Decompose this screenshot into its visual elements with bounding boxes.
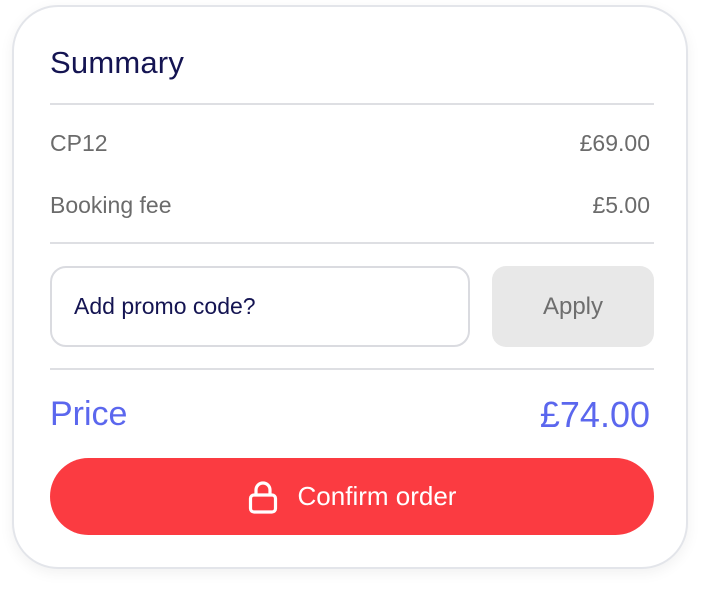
line-item-value: £69.00	[579, 130, 650, 156]
order-summary-card: Summary CP12 £69.00 Booking fee £5.00 Ap…	[12, 5, 688, 569]
lock-icon	[248, 480, 278, 514]
line-item-value: £5.00	[592, 192, 650, 218]
line-item-label: Booking fee	[50, 192, 172, 218]
price-label: Price	[50, 395, 128, 433]
divider	[50, 103, 654, 105]
price-value: £74.00	[539, 394, 650, 435]
apply-button[interactable]: Apply	[492, 266, 654, 347]
line-item-label: CP12	[50, 130, 108, 156]
summary-title: Summary	[50, 45, 185, 80]
divider	[50, 242, 654, 244]
promo-code-input[interactable]	[50, 266, 470, 347]
confirm-order-label: Confirm order	[297, 481, 457, 511]
confirm-order-button[interactable]: Confirm order	[50, 458, 654, 535]
divider	[50, 368, 654, 370]
